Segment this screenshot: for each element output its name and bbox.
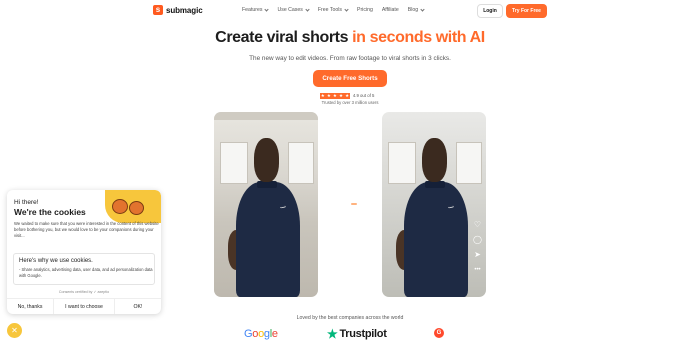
chevron-down-icon — [420, 7, 425, 12]
more-icon[interactable]: ••• — [473, 265, 482, 274]
cookie-buttons: No, thanks I want to choose OK! — [7, 298, 161, 314]
chevron-down-icon — [344, 7, 349, 12]
person-body — [404, 182, 468, 297]
background-window — [388, 142, 416, 184]
menu-label: Affiliate — [381, 7, 399, 13]
rating-text: 4.9 out of 5 — [352, 93, 375, 99]
background-window — [288, 142, 314, 184]
logo-mark-icon: s — [153, 5, 163, 15]
cookie-character-icon — [112, 199, 128, 214]
cookie-icon[interactable]: ✕ — [7, 323, 22, 338]
cookie-certified-text: Consents certified by ✓ axeptio — [58, 290, 110, 294]
menu-label: Free Tools — [317, 7, 342, 13]
top-nav: s submagic Features Use Cases Free Tools… — [0, 0, 700, 22]
rating: ★ ★ ★ ★ ★ 4.9 out of 5 — [320, 93, 374, 99]
person-collar — [425, 181, 445, 188]
video-after[interactable]: ♡ ◯ ➤ ••• — [382, 112, 486, 297]
login-button[interactable]: Login — [477, 4, 503, 18]
menu-label: Use Cases — [277, 7, 303, 13]
hero-title-accent: in seconds with AI — [352, 29, 485, 46]
cookie-illustration — [105, 190, 161, 223]
star-icon: ★ — [344, 92, 350, 99]
g2-logo: G — [434, 328, 444, 338]
menu-item-use-cases[interactable]: Use Cases — [277, 7, 310, 13]
star-icon: ★ — [338, 92, 344, 99]
logo-text: submagic — [166, 5, 203, 15]
chevron-down-icon — [264, 7, 270, 12]
rating-stars: ★ ★ ★ ★ ★ — [320, 93, 350, 99]
menu-item-pricing[interactable]: Pricing — [357, 7, 373, 13]
person-head — [254, 138, 279, 182]
cookie-decline-button[interactable]: No, thanks — [7, 299, 53, 314]
background-window — [220, 142, 248, 184]
star-icon: ★ — [326, 92, 332, 99]
loved-by-heading: Loved by the best companies across the w… — [296, 315, 404, 321]
menu-item-features[interactable]: Features — [242, 7, 270, 13]
google-logo: Google — [244, 328, 278, 340]
menu-label: Blog — [407, 7, 419, 13]
menu-item-free-tools[interactable]: Free Tools — [317, 7, 349, 13]
cookie-purpose-box: Here's why we use cookies. - Share analy… — [13, 253, 155, 285]
star-icon: ★ — [332, 92, 338, 99]
video-side-actions: ♡ ◯ ➤ ••• — [473, 220, 482, 274]
menu-item-blog[interactable]: Blog — [407, 7, 425, 13]
hero-title-plain: Create viral shorts — [215, 29, 349, 46]
cookie-character-icon — [129, 201, 144, 215]
cookie-purpose-title: Here's why we use cookies. — [19, 258, 93, 264]
star-icon: ★ — [320, 92, 326, 99]
video-before[interactable] — [214, 112, 318, 297]
person-collar — [257, 181, 277, 188]
hero-subtitle: The new way to edit videos. From raw foo… — [249, 55, 451, 62]
arrow-icon — [351, 203, 357, 205]
cookie-greeting: Hi there! — [14, 199, 39, 206]
share-icon[interactable]: ➤ — [473, 250, 482, 259]
comment-icon[interactable]: ◯ — [473, 235, 482, 244]
menu-item-affiliate[interactable]: Affiliate — [382, 7, 399, 13]
cookie-choose-button[interactable]: I want to choose — [53, 299, 115, 314]
cookie-description: We waited to make sure that you were int… — [14, 221, 159, 239]
trustpilot-text: Trustpilot — [339, 328, 387, 340]
menu-label: Pricing — [356, 7, 373, 13]
chevron-down-icon — [305, 7, 310, 12]
background-window — [456, 142, 482, 184]
background-ceiling — [214, 112, 318, 120]
trustpilot-logo: ★ Trustpilot — [327, 328, 387, 340]
create-free-shorts-button[interactable]: Create Free Shorts — [313, 70, 387, 87]
menu-label: Features — [242, 7, 263, 13]
cookie-consent-card: Hi there! We're the cookies We waited to… — [7, 190, 161, 314]
try-for-free-button[interactable]: Try For Free — [506, 4, 547, 18]
person-body — [236, 182, 300, 297]
hero-title: Create viral shorts in seconds with AI — [0, 29, 700, 47]
cookie-purpose-text: - Share analytics, advertising data, use… — [19, 267, 153, 278]
cookie-accept-button[interactable]: OK! — [115, 299, 161, 314]
heart-icon[interactable]: ♡ — [473, 220, 482, 229]
cookie-title: We're the cookies — [14, 207, 86, 217]
trusted-text: Trusted by over 3 million users — [321, 100, 379, 105]
main-menu: Features Use Cases Free Tools Pricing Af… — [242, 7, 425, 13]
trustpilot-star-icon: ★ — [327, 327, 338, 341]
person-head — [422, 138, 447, 182]
logo[interactable]: s submagic — [153, 5, 203, 15]
